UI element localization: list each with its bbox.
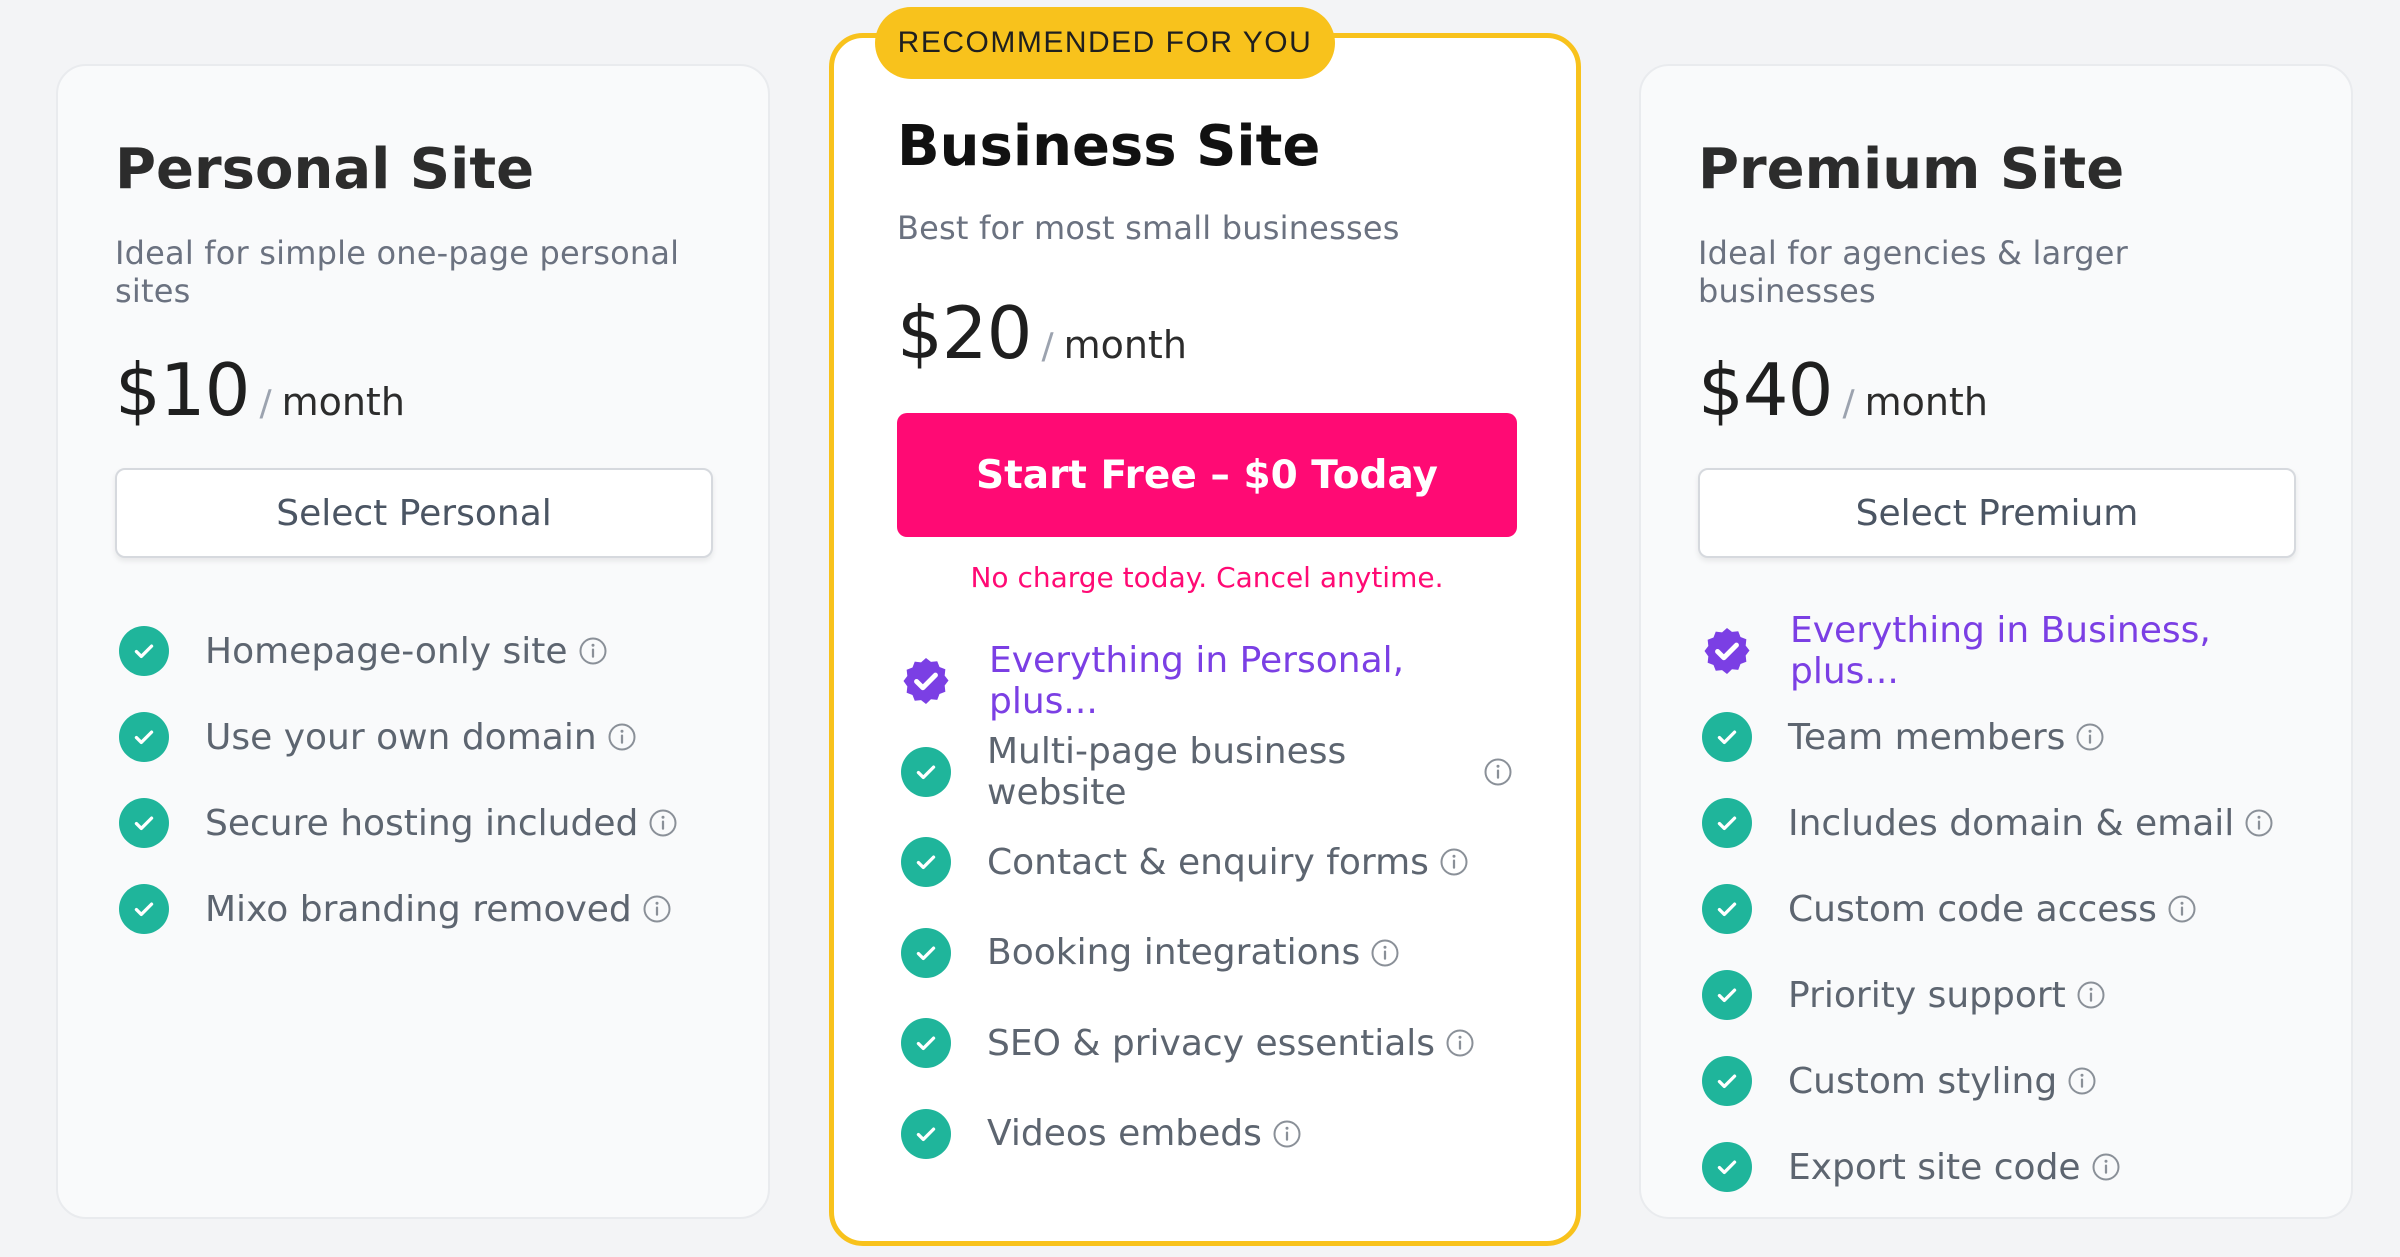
feature-label: Multi-page business website <box>987 730 1347 813</box>
check-icon <box>1702 1056 1752 1106</box>
plan-card-premium: Premium Site Ideal for agencies & larger… <box>1639 64 2353 1219</box>
badge-check-icon <box>899 654 953 708</box>
feature-item: Everything in Business, plus... <box>1698 608 2294 694</box>
info-icon[interactable] <box>2075 722 2105 752</box>
check-icon <box>119 626 169 676</box>
feature-item: Use your own domain <box>115 694 711 780</box>
price-slash: / <box>1842 383 1855 424</box>
check-icon <box>901 746 951 797</box>
feature-label: Videos embeds <box>987 1113 1262 1155</box>
feature-item: Custom code access <box>1698 866 2294 952</box>
check-icon <box>119 712 169 762</box>
price-row: $10 / month <box>115 348 711 432</box>
feature-label: Team members <box>1788 716 2066 758</box>
price-period: month <box>1063 323 1187 367</box>
check-icon <box>1702 1142 1752 1192</box>
plan-subtitle: Best for most small businesses <box>897 209 1400 247</box>
price-slash: / <box>1041 326 1054 367</box>
feature-item: Mixo branding removed <box>115 866 711 952</box>
feature-item: Contact & enquiry forms <box>897 817 1513 908</box>
price-amount: $10 <box>115 348 250 432</box>
check-icon <box>1702 970 1752 1020</box>
feature-item: Multi-page business website <box>897 727 1513 818</box>
info-icon[interactable] <box>1439 847 1469 877</box>
info-icon[interactable] <box>2167 894 2197 924</box>
select-personal-button[interactable]: Select Personal <box>115 468 713 558</box>
feature-item: Videos embeds <box>897 1089 1513 1180</box>
info-icon[interactable] <box>648 808 678 838</box>
feature-label: Everything in Business, plus... <box>1790 610 2211 692</box>
info-icon[interactable] <box>2091 1152 2121 1182</box>
info-icon[interactable] <box>2076 980 2106 1010</box>
feature-label: Includes domain & email <box>1788 802 2235 844</box>
feature-item: Export site code <box>1698 1124 2294 1210</box>
feature-item: Includes domain & email <box>1698 780 2294 866</box>
check-icon <box>1702 712 1752 762</box>
info-icon[interactable] <box>578 636 608 666</box>
feature-label: Homepage-only site <box>205 630 568 672</box>
info-icon[interactable] <box>1370 938 1400 968</box>
feature-label: Mixo branding removed <box>205 888 632 930</box>
check-icon <box>119 798 169 848</box>
feature-item: Booking integrations <box>897 908 1513 999</box>
info-icon[interactable] <box>1445 1028 1475 1058</box>
price-amount: $20 <box>897 291 1032 375</box>
price-row: $20 / month <box>897 291 1513 375</box>
feature-item: Team members <box>1698 694 2294 780</box>
check-icon <box>119 884 169 934</box>
plan-card-business: RECOMMENDED FOR YOU Business Site Best f… <box>829 7 1581 1246</box>
feature-label: Everything in Personal, plus... <box>989 640 1405 723</box>
check-icon <box>1702 884 1752 934</box>
price-amount: $40 <box>1698 348 1833 432</box>
feature-label: Booking integrations <box>987 932 1361 974</box>
plan-subtitle: Ideal for agencies & larger businesses <box>1698 234 2128 310</box>
select-premium-button[interactable]: Select Premium <box>1698 468 2296 558</box>
start-free-button[interactable]: Start Free – $0 Today <box>897 413 1517 537</box>
feature-label: Contact & enquiry forms <box>987 841 1429 883</box>
recommended-badge: RECOMMENDED FOR YOU <box>875 7 1335 79</box>
check-icon <box>1702 798 1752 848</box>
info-icon[interactable] <box>2244 808 2274 838</box>
feature-item: Priority support <box>1698 952 2294 1038</box>
info-icon[interactable] <box>607 722 637 752</box>
feature-label: Use your own domain <box>205 716 597 758</box>
price-period: month <box>281 380 405 424</box>
feature-item: Secure hosting included <box>115 780 711 866</box>
plan-card-personal: Personal Site Ideal for simple one-page … <box>56 64 770 1219</box>
check-icon <box>901 1018 951 1069</box>
info-icon[interactable] <box>1483 757 1513 787</box>
plan-title: Personal Site <box>115 137 535 202</box>
price-period: month <box>1864 380 1988 424</box>
feature-label: Secure hosting included <box>205 802 639 844</box>
no-charge-note: No charge today. Cancel anytime. <box>970 561 1444 594</box>
check-icon <box>901 927 951 978</box>
info-icon[interactable] <box>1272 1119 1302 1149</box>
price-slash: / <box>259 383 272 424</box>
feature-item: Custom styling <box>1698 1038 2294 1124</box>
feature-label: Priority support <box>1788 974 2066 1016</box>
feature-list: Everything in Personal, plus... Multi-pag… <box>897 636 1513 1179</box>
plan-title: Business Site <box>897 114 1321 179</box>
badge-check-icon <box>1700 624 1754 678</box>
price-row: $40 / month <box>1698 348 2294 432</box>
plan-title: Premium Site <box>1698 137 2125 202</box>
feature-label: Custom code access <box>1788 888 2157 930</box>
feature-label: Custom styling <box>1788 1060 2058 1102</box>
feature-item: Everything in Personal, plus... <box>897 636 1513 727</box>
feature-item: SEO & privacy essentials <box>897 998 1513 1089</box>
feature-list: Homepage-only site Use your own domain Sec… <box>115 608 711 952</box>
info-icon[interactable] <box>642 894 672 924</box>
check-icon <box>901 837 951 888</box>
feature-label: Export site code <box>1788 1146 2081 1188</box>
feature-label: SEO & privacy essentials <box>987 1022 1436 1064</box>
check-icon <box>901 1108 951 1159</box>
plan-subtitle: Ideal for simple one-page personal sites <box>115 234 680 310</box>
info-icon[interactable] <box>2067 1066 2097 1096</box>
feature-item: Homepage-only site <box>115 608 711 694</box>
feature-list: Everything in Business, plus... Team memb… <box>1698 608 2294 1210</box>
